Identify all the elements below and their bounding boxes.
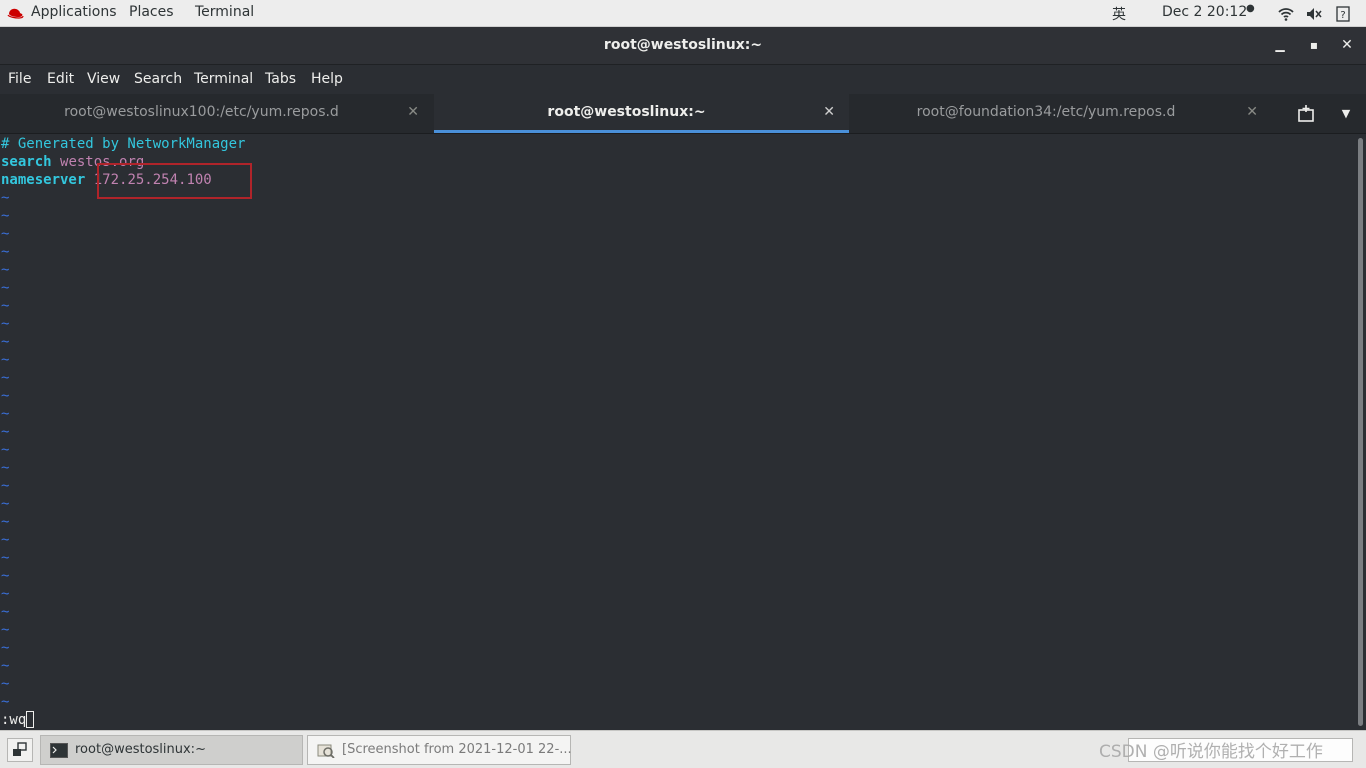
active-tab-indicator: [434, 130, 849, 133]
empty-line-tilde: ~: [1, 622, 10, 638]
volume-muted-icon[interactable]: [1306, 6, 1322, 22]
image-viewer-icon: [317, 744, 335, 758]
empty-line-tilde: ~: [1, 388, 10, 404]
tab-close-icon[interactable]: ✕: [1246, 104, 1258, 120]
show-desktop-button[interactable]: [7, 738, 33, 762]
clock[interactable]: Dec 2 20:12: [1162, 4, 1247, 20]
empty-line-tilde: ~: [1, 694, 10, 710]
menu-view[interactable]: View: [87, 71, 120, 87]
show-desktop-icon: [13, 742, 27, 756]
tab-westoslinux100[interactable]: root@westoslinux100:/etc/yum.repos.d ✕: [0, 94, 433, 133]
task-screenshot[interactable]: [Screenshot from 2021-12-01 22-...: [307, 735, 572, 765]
tab-westoslinux[interactable]: root@westoslinux:~ ✕: [434, 94, 849, 133]
terminal-icon: [50, 743, 68, 758]
svg-text:?: ?: [1340, 10, 1345, 21]
window-title: root@westoslinux:~: [603, 37, 763, 53]
empty-line-tilde: ~: [1, 550, 10, 566]
task-terminal[interactable]: root@westoslinux:~: [40, 735, 303, 765]
tab-close-icon[interactable]: ✕: [407, 104, 419, 120]
empty-line-tilde: ~: [1, 370, 10, 386]
empty-line-tilde: ~: [1, 208, 10, 224]
empty-line-tilde: ~: [1, 586, 10, 602]
empty-line-tilde: ~: [1, 280, 10, 296]
empty-line-tilde: ~: [1, 496, 10, 512]
text-cursor: [26, 711, 35, 728]
empty-line-tilde: ~: [1, 352, 10, 368]
input-method-indicator[interactable]: 英: [1112, 4, 1126, 24]
menu-file[interactable]: File: [8, 71, 31, 87]
places-menu[interactable]: Places: [129, 4, 174, 20]
highlight-box: [97, 163, 252, 199]
terminal-view[interactable]: # Generated by NetworkManager search wes…: [0, 134, 1356, 730]
new-tab-icon[interactable]: [1294, 102, 1318, 126]
close-icon[interactable]: ✕: [1339, 37, 1355, 53]
maximize-icon[interactable]: ▪: [1306, 37, 1322, 53]
empty-line-tilde: ~: [1, 298, 10, 314]
empty-line-tilde: ~: [1, 442, 10, 458]
empty-line-tilde: ~: [1, 658, 10, 674]
tab-label: root@westoslinux:~: [547, 104, 706, 120]
empty-line-tilde: ~: [1, 640, 10, 656]
keyword: search: [1, 154, 52, 170]
empty-line-tilde: ~: [1, 604, 10, 620]
empty-line-tilde: ~: [1, 424, 10, 440]
empty-line-tilde: ~: [1, 262, 10, 278]
redhat-logo-icon[interactable]: [7, 6, 24, 20]
menu-bar: File Edit View Search Terminal Tabs Help: [0, 65, 1366, 94]
comment-line: # Generated by NetworkManager: [1, 136, 246, 152]
notification-dot-icon: ●: [1246, 3, 1255, 14]
empty-line-tilde: ~: [1, 514, 10, 530]
minimize-icon[interactable]: ▁: [1272, 37, 1288, 53]
empty-line-tilde: ~: [1, 244, 10, 260]
keyword: nameserver: [1, 172, 86, 188]
wifi-icon[interactable]: [1278, 6, 1294, 22]
applications-menu[interactable]: Applications: [31, 4, 117, 20]
gnome-top-bar: Applications Places Terminal 英 Dec 2 20:…: [0, 0, 1366, 27]
help-icon[interactable]: ?: [1335, 6, 1351, 22]
empty-line-tilde: ~: [1, 226, 10, 242]
empty-line-tilde: ~: [1, 190, 10, 206]
scroll-thumb[interactable]: [1358, 138, 1363, 726]
window-titlebar[interactable]: root@westoslinux:~ ▁ ▪ ✕: [0, 27, 1366, 65]
tabs-dropdown-icon[interactable]: ▼: [1334, 102, 1358, 126]
tab-foundation34[interactable]: root@foundation34:/etc/yum.repos.d ✕: [850, 94, 1272, 133]
menu-help[interactable]: Help: [311, 71, 343, 87]
vim-command-line[interactable]: :wq: [1, 711, 35, 729]
tab-close-icon[interactable]: ✕: [823, 104, 835, 120]
command-text: :wq: [1, 712, 27, 728]
tab-label: root@foundation34:/etc/yum.repos.d: [916, 104, 1176, 120]
empty-line-tilde: ~: [1, 460, 10, 476]
empty-line-tilde: ~: [1, 406, 10, 422]
menu-tabs[interactable]: Tabs: [265, 71, 296, 87]
scrollbar[interactable]: [1356, 134, 1366, 730]
task-label: root@westoslinux:~: [75, 742, 206, 757]
empty-line-tilde: ~: [1, 316, 10, 332]
watermark: CSDN @听说你能找个好工作: [1099, 742, 1323, 762]
tab-bar: root@westoslinux100:/etc/yum.repos.d ✕ r…: [0, 94, 1366, 134]
empty-line-tilde: ~: [1, 568, 10, 584]
empty-line-tilde: ~: [1, 532, 10, 548]
menu-edit[interactable]: Edit: [47, 71, 74, 87]
menu-terminal[interactable]: Terminal: [194, 71, 253, 87]
terminal-app-menu[interactable]: Terminal: [195, 4, 254, 20]
empty-line-tilde: ~: [1, 676, 10, 692]
tab-label: root@westoslinux100:/etc/yum.repos.d: [64, 104, 339, 120]
empty-line-tilde: ~: [1, 478, 10, 494]
task-label: [Screenshot from 2021-12-01 22-...: [342, 742, 572, 757]
menu-search[interactable]: Search: [134, 71, 182, 87]
empty-line-tilde: ~: [1, 334, 10, 350]
